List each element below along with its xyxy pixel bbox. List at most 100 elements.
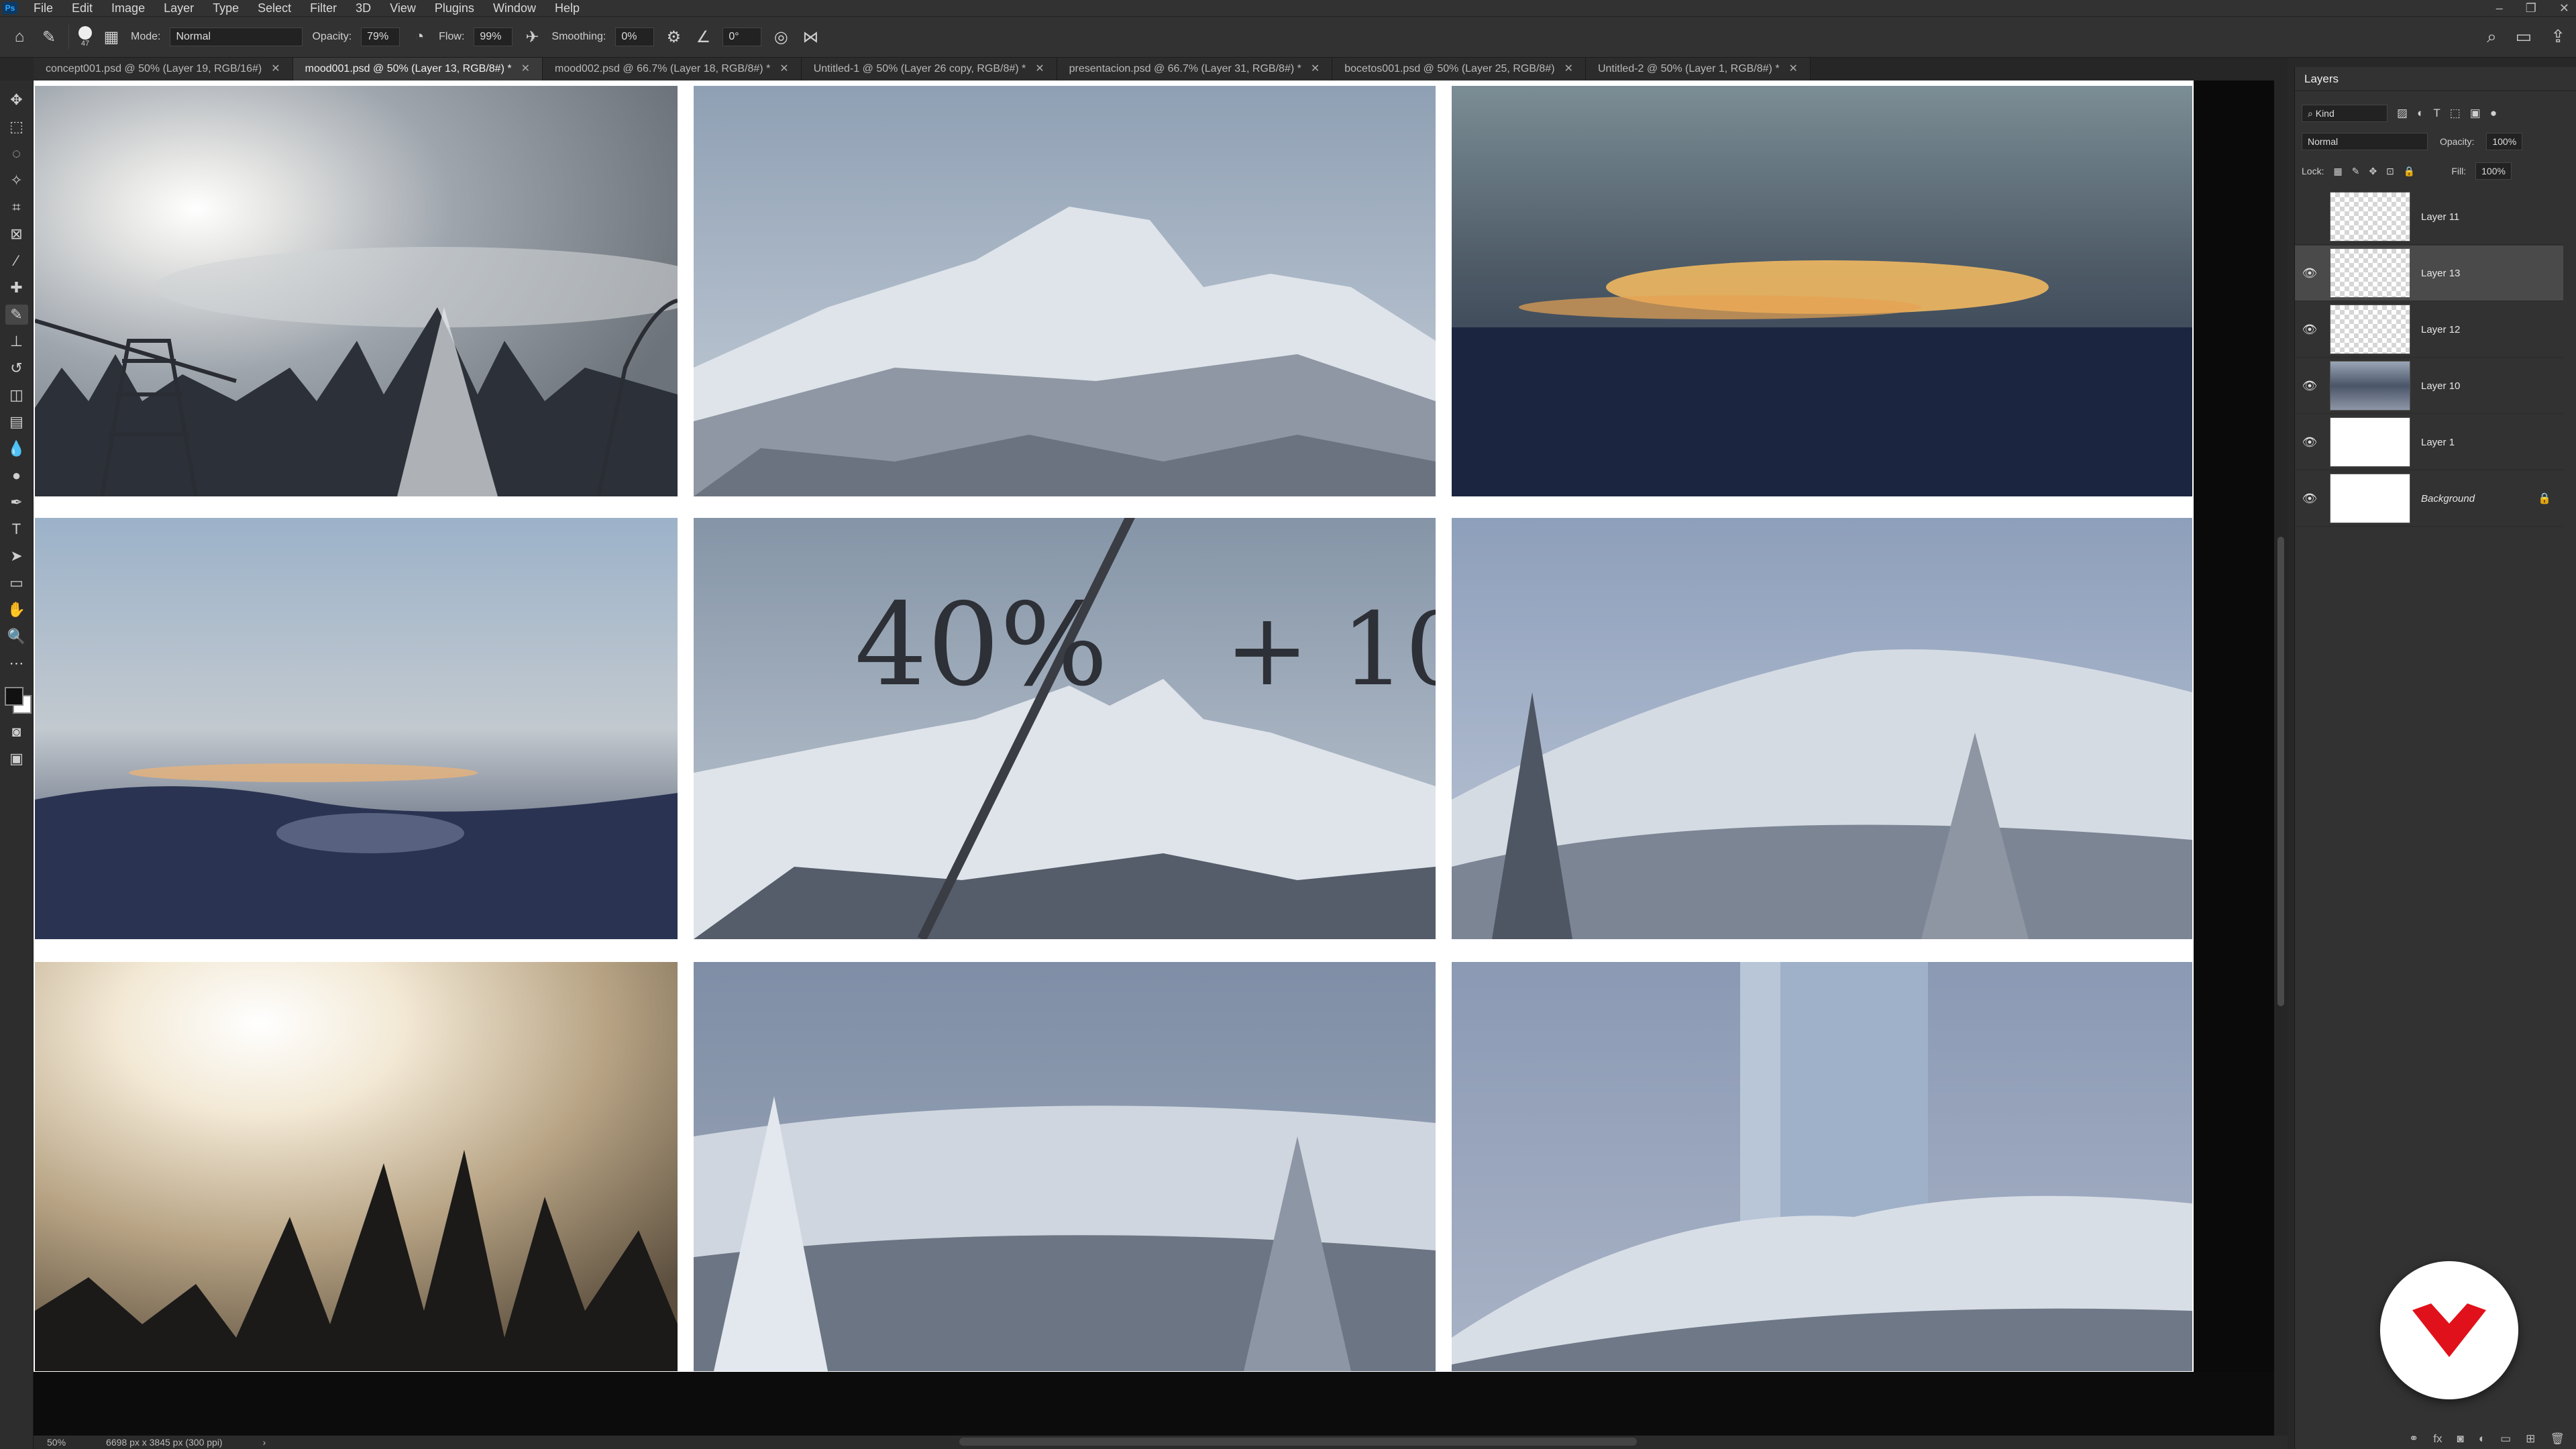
layer-row-background[interactable]: 👁 Background 🔒 xyxy=(2295,471,2563,527)
history-brush-tool-icon[interactable]: ↺ xyxy=(5,358,28,378)
eyedropper-tool-icon[interactable]: ⁄ xyxy=(5,251,28,271)
gear-icon[interactable]: ⚙ xyxy=(663,27,684,47)
horizontal-scroll-thumb[interactable] xyxy=(959,1438,1637,1446)
photoshop-logo[interactable]: Ps xyxy=(3,2,17,14)
close-icon[interactable]: ✕ xyxy=(1311,63,1320,74)
blend-mode-select[interactable]: Normal xyxy=(2302,133,2428,150)
crop-tool-icon[interactable]: ⌗ xyxy=(5,197,28,217)
zoom-level[interactable]: 50% xyxy=(47,1437,66,1448)
rectangle-tool-icon[interactable]: ▭ xyxy=(5,573,28,593)
new-group-icon[interactable]: ▭ xyxy=(2500,1432,2511,1446)
eye-icon[interactable]: 👁 xyxy=(2295,266,2324,280)
foreground-color-swatch[interactable] xyxy=(4,687,23,706)
tab-untitled-2[interactable]: Untitled-2 @ 50% (Layer 1, RGB/8#) * ✕ xyxy=(1585,58,1811,80)
menu-plugins[interactable]: Plugins xyxy=(425,0,484,16)
fill-field[interactable]: 100% xyxy=(2475,162,2512,180)
gradient-tool-icon[interactable]: ▤ xyxy=(5,412,28,432)
filter-kind-select[interactable]: ⌕ Kind xyxy=(2302,105,2387,122)
home-icon[interactable]: ⌂ xyxy=(9,27,30,47)
lock-pixels-icon[interactable]: ✎ xyxy=(2352,166,2360,177)
mode-select[interactable]: Normal xyxy=(170,28,303,46)
smoothing-field[interactable]: 0% xyxy=(615,28,655,46)
eye-icon[interactable]: 👁 xyxy=(2295,492,2324,506)
pen-tool-icon[interactable]: ✒ xyxy=(5,492,28,513)
quick-mask-icon[interactable]: ◙ xyxy=(5,722,28,742)
brush-settings-icon[interactable]: ▦ xyxy=(101,27,121,47)
close-icon[interactable]: ✕ xyxy=(1035,63,1044,74)
fx-icon[interactable]: fx xyxy=(2433,1432,2442,1446)
flow-field[interactable]: 99% xyxy=(474,28,513,46)
lock-position-icon[interactable]: ✥ xyxy=(2369,166,2377,177)
close-icon[interactable]: ✕ xyxy=(780,63,788,74)
filter-toggle-icon[interactable]: ● xyxy=(2490,107,2497,120)
move-tool-icon[interactable]: ✥ xyxy=(5,90,28,110)
smart-object-filter-icon[interactable]: ▣ xyxy=(2470,107,2481,120)
workspace-icon[interactable]: ▭ xyxy=(2516,26,2532,48)
path-selection-tool-icon[interactable]: ➤ xyxy=(5,546,28,566)
share-icon[interactable]: ⇪ xyxy=(2551,26,2565,48)
search-icon[interactable]: ⌕ xyxy=(2487,26,2497,48)
airbrush-icon[interactable]: ✈ xyxy=(522,27,542,47)
lock-all-icon[interactable]: 🔒 xyxy=(2404,166,2415,177)
menu-layer[interactable]: Layer xyxy=(154,0,203,16)
close-icon[interactable]: ✕ xyxy=(521,63,530,74)
tab-mood001[interactable]: mood001.psd @ 50% (Layer 13, RGB/8#) * ✕ xyxy=(292,58,543,80)
zoom-tool-icon[interactable]: 🔍 xyxy=(5,627,28,647)
shape-filter-icon[interactable]: ⬚ xyxy=(2450,107,2461,120)
restore-icon[interactable]: ❐ xyxy=(2526,1,2536,15)
screen-mode-icon[interactable]: ▣ xyxy=(5,749,28,769)
vertical-scroll-thumb[interactable] xyxy=(2277,537,2284,1006)
minimize-icon[interactable]: – xyxy=(2496,1,2503,15)
opacity-field[interactable]: 79% xyxy=(361,28,400,46)
healing-tool-icon[interactable]: ✚ xyxy=(5,278,28,298)
eye-icon[interactable]: 👁 xyxy=(2295,379,2324,393)
layers-panel-title[interactable]: Layers xyxy=(2295,67,2576,91)
layer-row-layer-1[interactable]: 👁 Layer 1 xyxy=(2295,415,2563,470)
stamp-tool-icon[interactable]: ⊥ xyxy=(5,331,28,352)
frame-tool-icon[interactable]: ⊠ xyxy=(5,224,28,244)
menu-image[interactable]: Image xyxy=(102,0,154,16)
tab-presentacion[interactable]: presentacion.psd @ 66.7% (Layer 31, RGB/… xyxy=(1057,58,1333,80)
dodge-tool-icon[interactable]: ● xyxy=(5,466,28,486)
eye-icon[interactable]: 👁 xyxy=(2295,323,2324,337)
close-icon[interactable]: ✕ xyxy=(271,63,280,74)
menu-window[interactable]: Window xyxy=(484,0,545,16)
pressure-opacity-icon[interactable]: ◔ xyxy=(409,27,429,47)
document-info[interactable]: 6698 px x 3845 px (300 ppi) xyxy=(106,1437,223,1448)
marquee-tool-icon[interactable]: ⬚ xyxy=(5,117,28,137)
eye-icon[interactable]: 👁 xyxy=(2295,435,2324,449)
layer-row-layer-11[interactable]: Layer 11 xyxy=(2295,189,2563,245)
brush-tool-icon[interactable]: ✎ xyxy=(39,27,59,47)
menu-file[interactable]: File xyxy=(24,0,62,16)
pressure-size-icon[interactable]: ◎ xyxy=(771,27,791,47)
layer-row-layer-13[interactable]: 👁 Layer 13 xyxy=(2295,246,2563,301)
adjustment-filter-icon[interactable]: ◐ xyxy=(2417,107,2424,120)
close-icon[interactable]: ✕ xyxy=(1564,63,1573,74)
type-filter-icon[interactable]: T xyxy=(2433,107,2440,120)
lock-artboard-icon[interactable]: ⊡ xyxy=(2386,166,2394,177)
delete-layer-icon[interactable]: 🗑 xyxy=(2550,1432,2565,1446)
layer-row-layer-12[interactable]: 👁 Layer 12 xyxy=(2295,302,2563,358)
menu-edit[interactable]: Edit xyxy=(62,0,102,16)
color-swatches[interactable] xyxy=(3,686,32,715)
tab-bocetos001[interactable]: bocetos001.psd @ 50% (Layer 25, RGB/8#) ✕ xyxy=(1332,58,1586,80)
menu-select[interactable]: Select xyxy=(248,0,301,16)
image-filter-icon[interactable]: ▨ xyxy=(2397,107,2408,120)
lasso-tool-icon[interactable]: ◌ xyxy=(5,144,28,164)
eraser-tool-icon[interactable]: ◫ xyxy=(5,385,28,405)
add-mask-icon[interactable]: ◙ xyxy=(2457,1432,2464,1446)
tab-concept001[interactable]: concept001.psd @ 50% (Layer 19, RGB/16#)… xyxy=(34,58,293,80)
menu-filter[interactable]: Filter xyxy=(301,0,346,16)
brush-preset-picker[interactable]: 47 xyxy=(78,26,92,48)
new-layer-icon[interactable]: ⊞ xyxy=(2526,1432,2535,1446)
symmetry-icon[interactable]: ⋈ xyxy=(800,27,820,47)
status-arrow-icon[interactable]: › xyxy=(263,1437,266,1448)
angle-field[interactable]: 0° xyxy=(722,28,762,46)
menu-type[interactable]: Type xyxy=(203,0,248,16)
close-icon[interactable]: ✕ xyxy=(2559,1,2569,15)
close-icon[interactable]: ✕ xyxy=(1789,63,1798,74)
lock-transparency-icon[interactable]: ▦ xyxy=(2333,166,2342,177)
hand-tool-icon[interactable]: ✋ xyxy=(5,600,28,620)
tab-untitled-1[interactable]: Untitled-1 @ 50% (Layer 26 copy, RGB/8#)… xyxy=(801,58,1057,80)
link-layers-icon[interactable]: ⚭ xyxy=(2409,1432,2418,1446)
